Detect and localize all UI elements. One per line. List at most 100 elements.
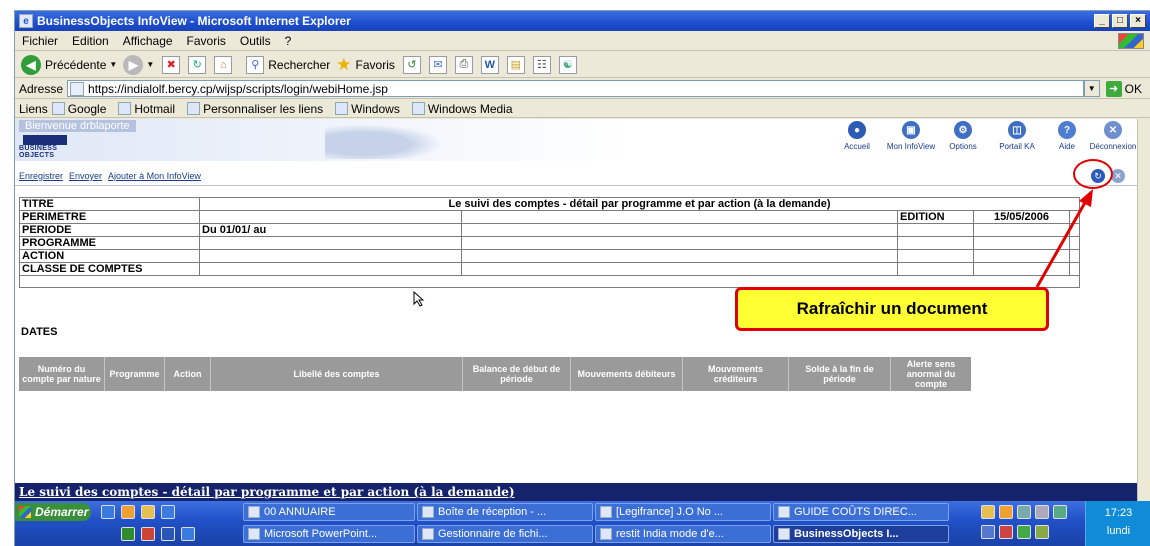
menu-outils[interactable]: Outils: [233, 34, 278, 48]
menu-edition[interactable]: Edition: [65, 34, 116, 48]
windows-logo-icon: [1118, 33, 1144, 49]
tray-icon[interactable]: [1035, 505, 1049, 519]
nav-portail-ka[interactable]: ◫ Portail KA: [989, 121, 1045, 151]
tray-icon[interactable]: [1035, 525, 1049, 539]
column-header[interactable]: Balance de début de période: [463, 357, 571, 391]
favorites-button[interactable]: ★ Favoris: [336, 55, 395, 75]
column-header[interactable]: Mouvements débiteurs: [571, 357, 683, 391]
address-bar: Adresse https://indialolf.bercy.cp/wijsp…: [15, 79, 1150, 99]
maximize-button[interactable]: □: [1112, 14, 1128, 28]
quicklaunch-desktop-icon[interactable]: [161, 505, 175, 519]
folder-icon: [248, 506, 260, 518]
link-page-icon: [51, 102, 65, 115]
tray-icon[interactable]: [981, 525, 995, 539]
forward-button[interactable]: ▶ ▼: [123, 54, 154, 75]
task-restit[interactable]: restit India mode d'e...: [595, 525, 771, 543]
quicklaunch-ie2-icon[interactable]: [181, 527, 195, 541]
start-button[interactable]: Démarrer: [15, 503, 91, 521]
favorites-star-icon: ★: [336, 54, 352, 74]
menu-favoris[interactable]: Favoris: [180, 34, 233, 48]
quicklaunch-folder-icon[interactable]: [141, 505, 155, 519]
task-powerpoint[interactable]: Microsoft PowerPoint...: [243, 525, 415, 543]
quicklaunch-excel-icon[interactable]: [121, 527, 135, 541]
menu-fichier[interactable]: Fichier: [15, 34, 65, 48]
tray-icon[interactable]: [1053, 505, 1067, 519]
task-guide[interactable]: GUIDE COÛTS DIREC...: [773, 503, 949, 521]
address-dropdown-button[interactable]: ▼: [1083, 80, 1100, 97]
nav-label: Options: [949, 142, 977, 151]
go-button[interactable]: ➜ OK: [1105, 80, 1142, 97]
home-page-icon[interactable]: ⌂: [214, 55, 233, 74]
refresh-page-icon[interactable]: ↻: [188, 55, 207, 74]
tray-icon[interactable]: [1017, 525, 1031, 539]
tray-icon[interactable]: [999, 505, 1013, 519]
quicklaunch-ie-icon[interactable]: [101, 505, 115, 519]
vertical-scrollbar[interactable]: [1137, 119, 1150, 501]
column-header[interactable]: Libellé des comptes: [211, 357, 463, 391]
research-icon[interactable]: ☷: [532, 55, 551, 74]
menu-help[interactable]: ?: [278, 34, 299, 48]
messenger-icon[interactable]: ☯: [558, 55, 577, 74]
task-businessobjects[interactable]: BusinessObjects I...: [773, 525, 949, 543]
link-google[interactable]: Google: [51, 101, 107, 116]
link-windows[interactable]: Windows: [335, 102, 400, 116]
tray-icon[interactable]: [1017, 505, 1031, 519]
send-link[interactable]: Envoyer: [69, 171, 102, 181]
column-header[interactable]: Solde à la fin de période: [789, 357, 891, 391]
cell: [1069, 210, 1080, 224]
title-bar[interactable]: e BusinessObjects InfoView - Microsoft I…: [15, 11, 1150, 31]
mail-icon[interactable]: ✉: [428, 55, 447, 74]
quicklaunch-word-icon[interactable]: [161, 527, 175, 541]
column-header[interactable]: Mouvements créditeurs: [683, 357, 789, 391]
close-button[interactable]: ×: [1130, 14, 1146, 28]
link-label: Google: [67, 101, 107, 116]
word-icon[interactable]: W: [480, 55, 499, 74]
forward-arrow-icon: ▶: [123, 54, 144, 75]
row-label: PROGRAMME: [19, 236, 200, 250]
cell: [199, 236, 462, 250]
minimize-button[interactable]: _: [1094, 14, 1110, 28]
links-label: Liens: [19, 101, 48, 116]
nav-accueil[interactable]: ● Accueil: [829, 121, 885, 151]
tray-icon[interactable]: [999, 525, 1013, 539]
column-header[interactable]: Action: [165, 357, 211, 391]
report-tab-link[interactable]: Le suivi des comptes - détail par progra…: [19, 485, 515, 499]
quicklaunch-powerpoint-icon[interactable]: [141, 527, 155, 541]
businessobjects-logo: BUSINESS OBJECTS: [19, 135, 89, 159]
task-annuaire[interactable]: 00 ANNUAIRE: [243, 503, 415, 521]
close-document-icon[interactable]: ✕: [1111, 169, 1125, 183]
links-bar: Liens Google Hotmail Personnaliser les l…: [15, 100, 1150, 118]
link-personnaliser[interactable]: Personnaliser les liens: [187, 102, 323, 116]
infoview-header: Bienvenue drblaporte BUSINESS OBJECTS ● …: [15, 119, 1137, 161]
nav-options[interactable]: ⚙ Options: [935, 121, 991, 151]
menu-affichage[interactable]: Affichage: [116, 34, 180, 48]
column-header[interactable]: Alerte sens anormal du compte: [891, 357, 971, 391]
folder-icon[interactable]: ▤: [506, 55, 525, 74]
screen: e BusinessObjects InfoView - Microsoft I…: [0, 0, 1150, 546]
tray-icon[interactable]: [981, 505, 995, 519]
stop-icon[interactable]: ✖: [162, 55, 181, 74]
task-inbox[interactable]: Boîte de réception - ...: [417, 503, 593, 521]
cell: [461, 210, 898, 224]
back-button[interactable]: ◀ Précédente ▼: [21, 54, 117, 75]
address-input[interactable]: https://indialolf.bercy.cp/wijsp/scripts…: [67, 80, 1084, 97]
history-icon[interactable]: ↺: [402, 55, 421, 74]
add-to-infoview-link[interactable]: Ajouter à Mon InfoView: [108, 171, 201, 181]
quicklaunch-outlook-icon[interactable]: [121, 505, 135, 519]
nav-mon-infoview[interactable]: ▣ Mon InfoView: [883, 121, 939, 151]
link-windows-media[interactable]: Windows Media: [411, 102, 513, 116]
print-icon[interactable]: ⎙: [454, 55, 473, 74]
column-header[interactable]: Numéro du compte par nature: [19, 357, 105, 391]
nav-label: Aide: [1058, 142, 1075, 151]
search-button[interactable]: ⚲ Rechercher: [246, 55, 330, 74]
task-file-manager[interactable]: Gestionnaire de fichi...: [417, 525, 593, 543]
clock[interactable]: 17:23 lundi: [1085, 501, 1150, 546]
column-header[interactable]: Programme: [105, 357, 165, 391]
nav-deconnexion[interactable]: ✕ Déconnexion: [1085, 121, 1137, 151]
save-link[interactable]: Enregistrer: [19, 171, 63, 181]
menu-bar: Fichier Edition Affichage Favoris Outils…: [15, 31, 1150, 51]
task-legifrance[interactable]: [Legifrance] J.O No ...: [595, 503, 771, 521]
link-hotmail[interactable]: Hotmail: [118, 102, 175, 116]
cell: [897, 249, 974, 263]
clock-time: 17:23: [1104, 507, 1133, 519]
